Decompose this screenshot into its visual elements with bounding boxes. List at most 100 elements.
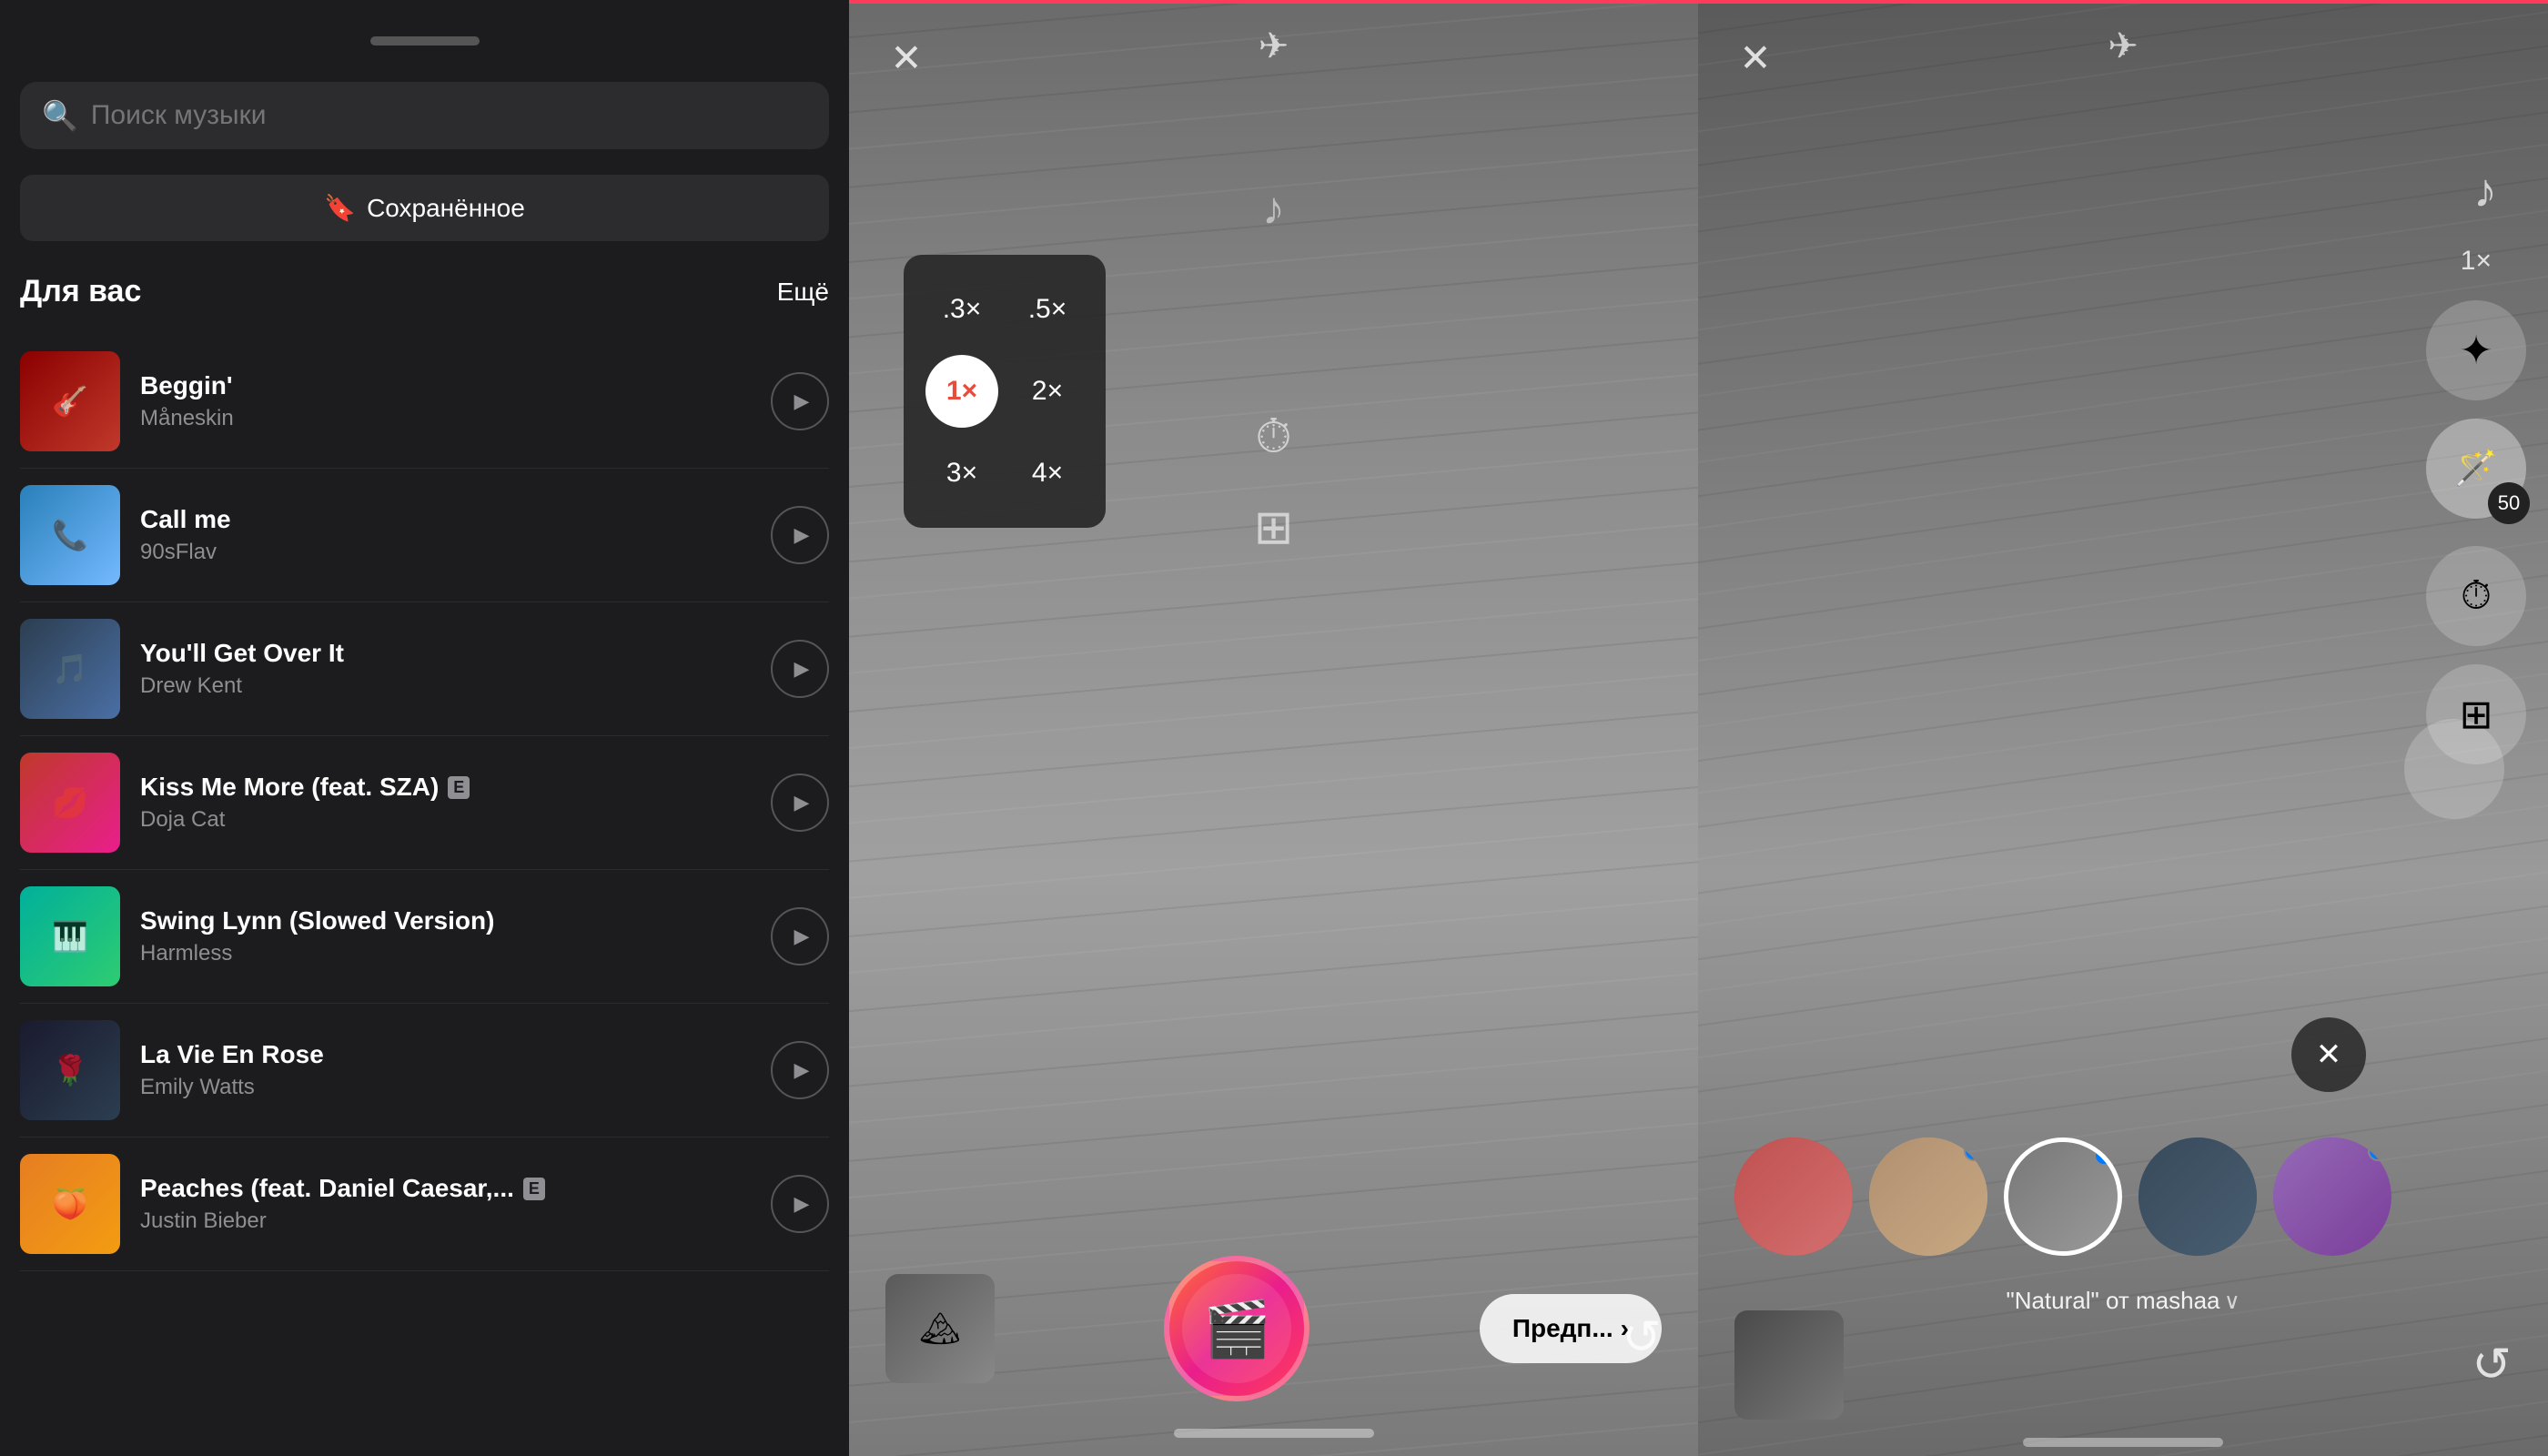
album-art-callme: 📞 bbox=[20, 485, 120, 585]
track-artist: Justin Bieber bbox=[140, 1208, 267, 1233]
layout-button-3[interactable]: ⊞ bbox=[2426, 664, 2526, 764]
speed-selector-popup: .3× .5× 1× 2× 3× 4× bbox=[904, 255, 1106, 528]
saved-label: Сохранённое bbox=[367, 194, 525, 223]
play-button[interactable] bbox=[771, 1041, 829, 1099]
music-info: La Vie En Rose Emily Watts bbox=[140, 1040, 751, 1100]
flip-camera-button[interactable]: ↺ bbox=[1622, 1310, 1662, 1365]
track-title: La Vie En Rose bbox=[140, 1040, 324, 1069]
explicit-badge: E bbox=[523, 1178, 545, 1200]
close-icon: ✕ bbox=[890, 35, 922, 80]
album-art-kiss: 💋 bbox=[20, 753, 120, 853]
layout-icon[interactable]: ⊞ bbox=[1254, 500, 1294, 555]
track-artist: Måneskin bbox=[140, 406, 234, 430]
section-title: Для вас bbox=[20, 274, 141, 309]
explicit-badge: E bbox=[448, 776, 470, 799]
section-header: Для вас Ещё bbox=[20, 274, 829, 309]
search-input[interactable] bbox=[91, 100, 807, 131]
saved-button[interactable]: 🔖 Сохранённое bbox=[20, 175, 829, 241]
filter-thumb-3[interactable] bbox=[2004, 1138, 2122, 1256]
play-button[interactable] bbox=[771, 907, 829, 966]
filter-row bbox=[1698, 1138, 2548, 1256]
flip-camera-button-3[interactable]: ↺ bbox=[2472, 1338, 2512, 1392]
track-artist: Emily Watts bbox=[140, 1075, 255, 1099]
timer-button-3[interactable]: ⏱ bbox=[2426, 546, 2526, 646]
music-info: Swing Lynn (Slowed Version) Harmless bbox=[140, 906, 751, 966]
speed-option-0.5x[interactable]: .5× bbox=[1011, 273, 1084, 346]
play-button[interactable] bbox=[771, 372, 829, 430]
list-item: 📞 Call me 90sFlav bbox=[20, 469, 829, 602]
play-button[interactable] bbox=[771, 640, 829, 698]
top-bar bbox=[849, 0, 1698, 4]
next-label: Предп... bbox=[1512, 1314, 1613, 1343]
album-art-peaches: 🍑 bbox=[20, 1154, 120, 1254]
list-item: 🎸 Beggin' Måneskin bbox=[20, 335, 829, 469]
track-artist: Doja Cat bbox=[140, 807, 225, 832]
bookmark-icon: 🔖 bbox=[324, 193, 356, 223]
speed-option-2x[interactable]: 2× bbox=[1011, 355, 1084, 428]
music-info: Peaches (feat. Daniel Caesar,... E Justi… bbox=[140, 1174, 751, 1234]
music-info: Call me 90sFlav bbox=[140, 505, 751, 565]
filter-thumb-4[interactable] bbox=[2138, 1138, 2257, 1256]
bottom-bar-3: ↺ bbox=[1698, 1310, 2548, 1420]
search-bar[interactable]: 🔍 bbox=[20, 82, 829, 149]
album-art-youll: 🎵 bbox=[20, 619, 120, 719]
airplane-mode-icon[interactable]: ✈ bbox=[1259, 25, 1289, 67]
camera-bg-3: ✕ ✈ ♪ 1× ✦ 🪄 50 ⏱ ⊞ ✕ bbox=[1698, 0, 2548, 1456]
notification-dot-2 bbox=[1964, 1141, 1984, 1161]
more-button[interactable]: Ещё bbox=[777, 278, 829, 307]
effects-button[interactable]: ✦ bbox=[2426, 300, 2526, 400]
filter-thumb-2[interactable] bbox=[1869, 1138, 1987, 1256]
notification-dot-3 bbox=[2094, 1146, 2114, 1166]
track-artist: Drew Kent bbox=[140, 673, 242, 698]
play-button[interactable] bbox=[771, 774, 829, 832]
record-button-inner: 🎬 bbox=[1182, 1274, 1291, 1383]
track-title: You'll Get Over It bbox=[140, 639, 344, 668]
gallery-thumbnail[interactable]: 🏔 bbox=[885, 1274, 995, 1383]
speed-label-3[interactable]: 1× bbox=[2461, 246, 2492, 277]
list-item: 💋 Kiss Me More (feat. SZA) E Doja Cat bbox=[20, 736, 829, 870]
filter-thumb-1[interactable] bbox=[1734, 1138, 1853, 1256]
camera-panel-speed: ✕ ✈ ♪ .3× .5× 1× 2× 3× 4× ⏱ ⊞ 🏔 🎬 bbox=[849, 0, 1698, 1456]
music-note-icon-3[interactable]: ♪ bbox=[2473, 164, 2497, 218]
timer-icon-3: ⏱ bbox=[2461, 573, 2492, 619]
music-info: Kiss Me More (feat. SZA) E Doja Cat bbox=[140, 773, 751, 833]
music-list: 🎸 Beggin' Måneskin 📞 Call me 90sFlav 🎵 bbox=[20, 335, 829, 1271]
music-info: Beggin' Måneskin bbox=[140, 371, 751, 431]
music-note-icon[interactable]: ♪ bbox=[1262, 182, 1285, 235]
close-icon-3: ✕ bbox=[1739, 35, 1771, 80]
album-art-swing: 🎹 bbox=[20, 886, 120, 986]
drag-handle bbox=[370, 36, 480, 46]
reels-icon: 🎬 bbox=[1203, 1297, 1271, 1361]
list-item: 🎹 Swing Lynn (Slowed Version) Harmless bbox=[20, 870, 829, 1004]
close-button[interactable]: ✕ bbox=[875, 25, 938, 89]
list-item: 🌹 La Vie En Rose Emily Watts bbox=[20, 1004, 829, 1138]
filter-thumb-5[interactable] bbox=[2273, 1138, 2391, 1256]
gallery-thumbnail-3[interactable] bbox=[1734, 1310, 1844, 1420]
track-title: Beggin' bbox=[140, 371, 233, 400]
search-icon: 🔍 bbox=[42, 98, 78, 133]
track-title: Kiss Me More (feat. SZA) bbox=[140, 773, 439, 802]
airplane-mode-icon-3[interactable]: ✈ bbox=[2108, 25, 2138, 67]
layout-icon-3: ⊞ bbox=[2460, 692, 2493, 738]
album-art-vie: 🌹 bbox=[20, 1020, 120, 1120]
dismiss-button[interactable]: ✕ bbox=[2291, 1017, 2366, 1092]
play-button[interactable] bbox=[771, 1175, 829, 1233]
wand-button[interactable]: 🪄 50 bbox=[2426, 419, 2526, 519]
music-info: You'll Get Over It Drew Kent bbox=[140, 639, 751, 699]
list-item: 🍑 Peaches (feat. Daniel Caesar,... E Jus… bbox=[20, 1138, 829, 1271]
speed-option-4x[interactable]: 4× bbox=[1011, 437, 1084, 510]
record-button[interactable]: 🎬 bbox=[1164, 1256, 1309, 1401]
speed-option-3x[interactable]: 3× bbox=[925, 437, 998, 510]
track-artist: 90sFlav bbox=[140, 540, 217, 564]
speed-option-0.3x[interactable]: .3× bbox=[925, 273, 998, 346]
music-panel: 🔍 🔖 Сохранённое Для вас Ещё 🎸 Beggin' Må… bbox=[0, 0, 849, 1456]
badge-count: 50 bbox=[2488, 482, 2530, 524]
close-button-3[interactable]: ✕ bbox=[1724, 25, 1787, 89]
play-button[interactable] bbox=[771, 506, 829, 564]
album-art-beggin: 🎸 bbox=[20, 351, 120, 451]
camera-panel-filters: ✕ ✈ ♪ 1× ✦ 🪄 50 ⏱ ⊞ ✕ bbox=[1698, 0, 2548, 1456]
track-title: Call me bbox=[140, 505, 231, 534]
home-indicator bbox=[1174, 1429, 1374, 1438]
speed-option-1x[interactable]: 1× bbox=[925, 355, 998, 428]
timer-icon[interactable]: ⏱ bbox=[1255, 410, 1292, 465]
